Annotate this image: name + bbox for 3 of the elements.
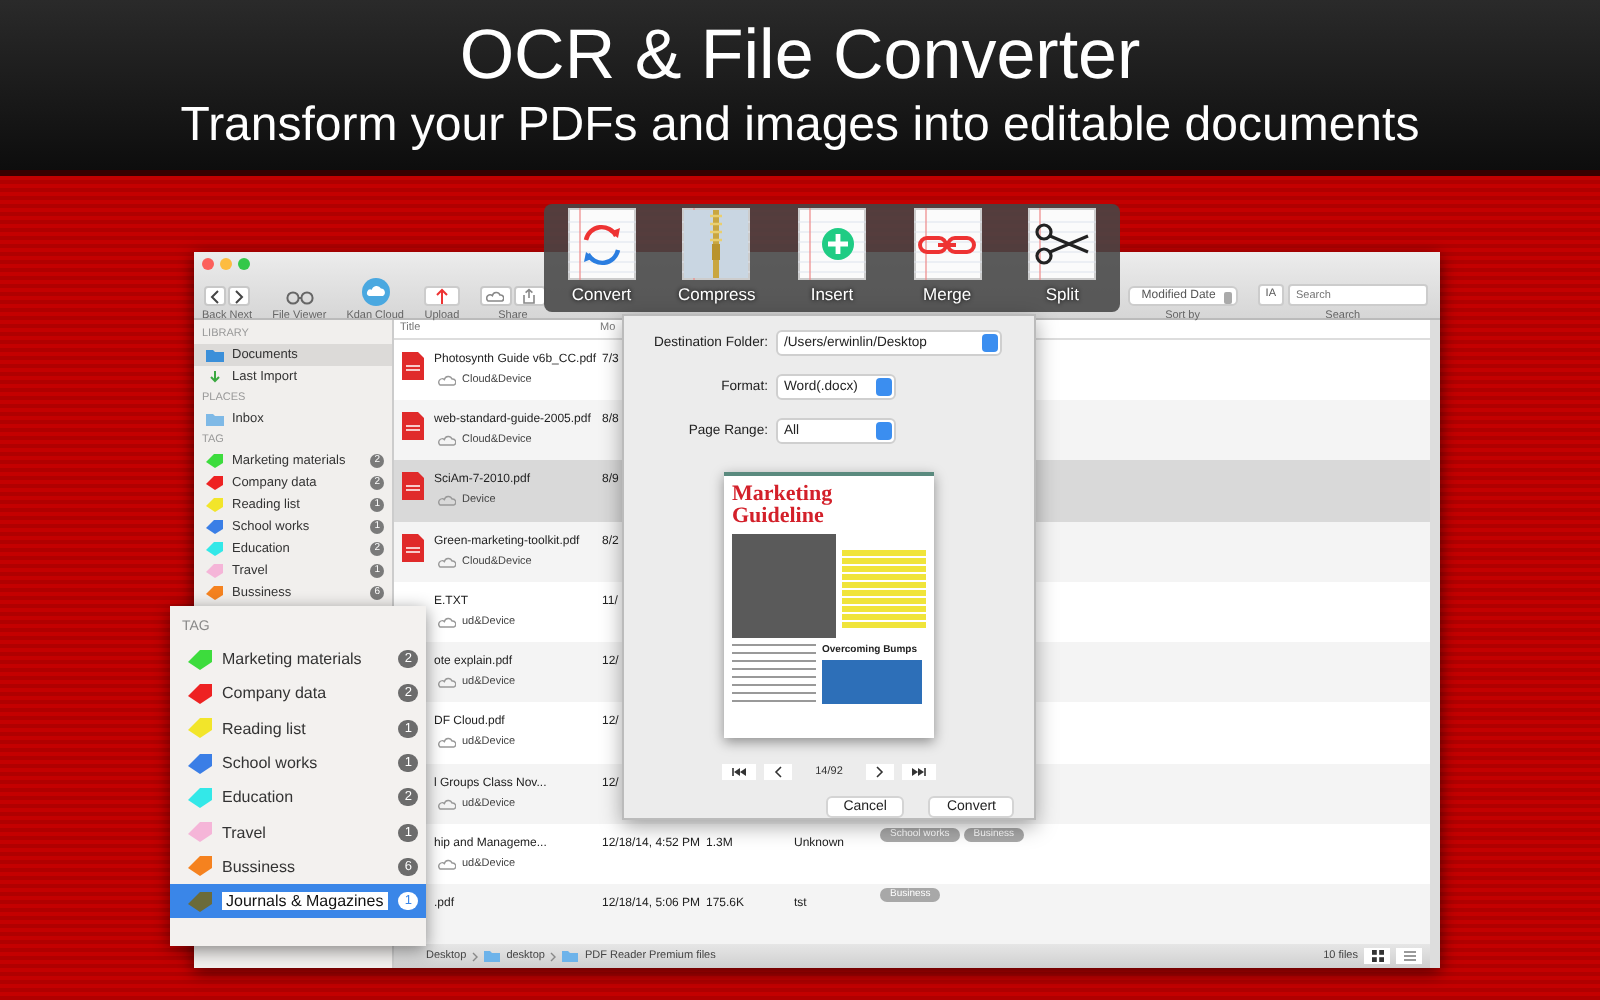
banner-title: OCR & File Converter xyxy=(459,15,1141,95)
banner-subtitle: Transform your PDFs and images into editable documents xyxy=(180,95,1420,155)
preview-title: Marketing Guideline xyxy=(732,484,835,528)
